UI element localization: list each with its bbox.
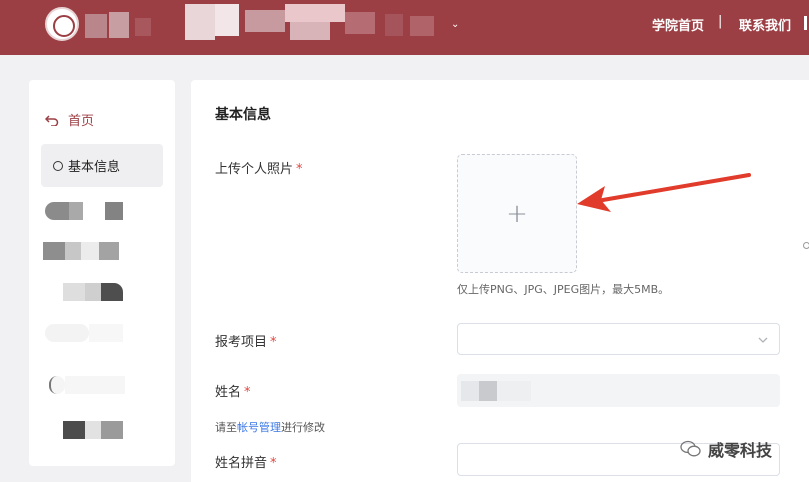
nav-separator: | [718, 14, 723, 29]
annotation-arrow-icon [577, 173, 751, 212]
sidebar-item-label: 基本信息 [68, 160, 121, 175]
field-label-photo: 上传个人照片 * [215, 162, 303, 177]
sidebar-item-blurred[interactable] [45, 202, 123, 220]
name-field-readonly [457, 374, 780, 407]
program-select[interactable] [457, 323, 780, 355]
circle-icon [53, 160, 63, 171]
field-label-program: 报考项目 * [215, 335, 277, 350]
section-title: 基本信息 [215, 107, 271, 123]
header-overflow-edge [804, 16, 807, 30]
required-mark: * [270, 456, 277, 471]
sidebar-item-blurred[interactable] [63, 421, 123, 439]
edge-ring-icon [803, 242, 809, 249]
field-label-name-pinyin: 姓名拼音 * [215, 456, 277, 471]
chevron-down-icon [758, 337, 768, 343]
nav-link-contact-us[interactable]: 联系我们 [739, 15, 791, 34]
wechat-icon [680, 440, 701, 457]
edit-note: 请至帐号管理进行修改 [215, 421, 325, 434]
account-management-link[interactable]: 帐号管理 [237, 421, 281, 434]
university-logo-icon[interactable] [45, 7, 79, 41]
sidebar-item-blurred[interactable] [43, 242, 119, 260]
required-mark: * [296, 162, 303, 177]
watermark-text: 威零科技 [708, 441, 773, 460]
nav-link-college-home[interactable]: 学院首页 [652, 15, 704, 34]
blurred-name-value [461, 381, 531, 401]
sidebar-item-basic-info[interactable]: 基本信息 [41, 144, 163, 187]
sidebar-item-blurred[interactable] [63, 283, 123, 301]
sidebar-item-home[interactable]: 首页 [45, 110, 94, 129]
required-mark: * [244, 385, 251, 400]
blurred-site-title [85, 4, 455, 44]
sidebar-item-blurred[interactable] [49, 376, 125, 394]
plus-icon: + [506, 198, 528, 229]
watermark: 威零科技 [680, 437, 772, 461]
form-panel: 基本信息 上传个人照片 * + 仅上传PNG、JPG、JPEG图片，最大5MB。 … [191, 80, 809, 482]
sidebar-item-blurred[interactable] [45, 324, 123, 342]
sidebar: 首页 基本信息 [29, 80, 175, 466]
field-label-name: 姓名 * [215, 385, 251, 400]
required-mark: * [270, 335, 277, 350]
photo-upload-button[interactable]: + [457, 154, 577, 273]
upload-hint: 仅上传PNG、JPG、JPEG图片，最大5MB。 [457, 283, 670, 296]
sidebar-item-label: 首页 [68, 114, 95, 129]
top-header: ⌄ 学院首页 | 联系我们 [0, 0, 809, 55]
return-arrow-icon [45, 114, 59, 126]
chevron-down-icon[interactable]: ⌄ [451, 19, 459, 30]
